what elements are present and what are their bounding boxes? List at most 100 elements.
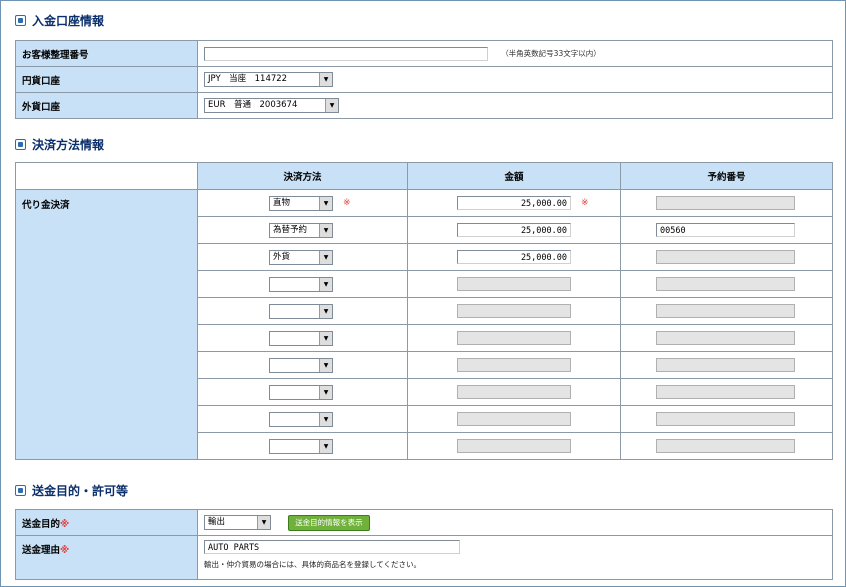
reserve-no-input[interactable] [656, 358, 795, 372]
reserve-no-cell [620, 243, 833, 271]
method-select[interactable]: ▼ [269, 276, 333, 292]
reserve-no-cell [620, 189, 833, 217]
select-value: 為替予約 [273, 224, 308, 235]
payment-table: 決済方法 金額 予約番号 代り金決済 直物 ▼ ※ 25,000.00 ※ 為替予約 ▼ 25,… [15, 162, 833, 460]
amount-input[interactable] [457, 304, 571, 318]
section-bullet-icon [15, 14, 26, 26]
chevron-down-icon: ▼ [319, 439, 332, 453]
required-mark: ※ [581, 198, 589, 208]
amount-cell [407, 297, 621, 325]
select-value [270, 413, 319, 426]
amount-input[interactable] [457, 439, 571, 453]
amount-input[interactable] [457, 331, 571, 345]
method-select[interactable]: ▼ [269, 330, 333, 346]
reserve-no-input[interactable]: 00560 [656, 223, 795, 237]
amount-input[interactable]: 25,000.00 [457, 250, 571, 264]
purpose-table: 送金目的※ 輸出 ▼ 送金目的情報を表示 送金理由※ AUTO PARTS 輸出… [15, 509, 833, 580]
purpose-select[interactable]: 輸出 ▼ [204, 515, 271, 530]
reserve-no-input[interactable] [656, 412, 795, 426]
amount-cell: 25,000.00 [407, 216, 621, 244]
section-header-purpose: 送金目的・許可等 [15, 481, 128, 499]
section-title: 入金口座情報 [32, 13, 105, 28]
customer-no-label: お客様整理番号 [15, 40, 198, 67]
amount-cell [407, 270, 621, 298]
amount-input[interactable] [457, 277, 571, 291]
amount-cell: 25,000.00 ※ [407, 189, 621, 217]
reserve-no-input[interactable] [656, 250, 795, 264]
chevron-down-icon: ▼ [319, 73, 332, 86]
select-value: 直物 [273, 197, 291, 208]
reserve-no-input[interactable] [656, 277, 795, 291]
yen-account-cell: JPY 当座 114722 ▼ [197, 66, 833, 93]
method-cell: 為替予約 ▼ [197, 216, 408, 244]
amount-input[interactable] [457, 412, 571, 426]
method-cell: ▼ [197, 405, 408, 433]
method-select[interactable]: 直物 ▼ [269, 195, 333, 211]
customer-no-input[interactable] [204, 46, 488, 61]
reserve-no-cell [620, 297, 833, 325]
column-header-method: 決済方法 [197, 162, 408, 190]
required-mark: ※ [343, 198, 351, 208]
reserve-no-input[interactable] [656, 304, 795, 318]
reserve-no-input[interactable] [656, 331, 795, 345]
method-cell: ▼ [197, 324, 408, 352]
amount-input[interactable] [457, 358, 571, 372]
reserve-no-cell [620, 378, 833, 406]
reserve-no-cell [620, 432, 833, 460]
fx-account-label: 外貨口座 [15, 92, 198, 119]
fx-account-cell: EUR 普通 2003674 ▼ [197, 92, 833, 119]
method-select[interactable]: ▼ [269, 357, 333, 373]
chevron-down-icon: ▼ [325, 99, 338, 112]
fx-account-select[interactable]: EUR 普通 2003674 ▼ [204, 98, 339, 113]
table-row: 代り金決済 直物 ▼ ※ 25,000.00 ※ [15, 189, 833, 460]
reason-label: 送金理由 [22, 545, 61, 556]
purpose-cell: 輸出 ▼ 送金目的情報を表示 [197, 509, 833, 536]
reserve-no-cell [620, 405, 833, 433]
method-cell: ▼ [197, 432, 408, 460]
header-blank-cell [15, 162, 198, 190]
amount-cell [407, 351, 621, 379]
show-purpose-info-button[interactable]: 送金目的情報を表示 [288, 514, 370, 531]
required-mark: ※ [60, 545, 70, 556]
required-mark: ※ [60, 518, 70, 530]
yen-account-label: 円貨口座 [15, 66, 198, 93]
method-select[interactable]: ▼ [269, 303, 333, 319]
method-select[interactable]: 為替予約 ▼ [269, 222, 333, 238]
select-value: JPY 当座 114722 [208, 74, 288, 84]
chevron-down-icon: ▼ [319, 385, 332, 399]
settlement-label: 代り金決済 [15, 189, 198, 460]
select-value [270, 359, 319, 372]
reserve-no-input[interactable] [656, 439, 795, 453]
method-cell: ▼ [197, 270, 408, 298]
select-value [270, 278, 319, 291]
chevron-down-icon: ▼ [319, 277, 332, 291]
select-value [270, 440, 319, 453]
reserve-no-cell [620, 270, 833, 298]
purpose-label-cell: 送金目的※ [15, 509, 198, 536]
select-value [270, 386, 319, 399]
reserve-no-input[interactable] [656, 196, 795, 210]
method-cell: ▼ [197, 378, 408, 406]
section-title: 決済方法情報 [32, 137, 105, 152]
method-cell: 外貨 ▼ [197, 243, 408, 271]
method-select[interactable]: 外貨 ▼ [269, 249, 333, 265]
reserve-no-input[interactable] [656, 385, 795, 399]
amount-input[interactable] [457, 385, 571, 399]
customer-no-cell: （半角英数記号33文字以内） [197, 40, 833, 67]
reason-note: 輸出・仲介貿易の場合には、具体的商品名を登録してください。 [204, 560, 422, 569]
method-cell: ▼ [197, 297, 408, 325]
chevron-down-icon: ▼ [319, 358, 332, 372]
method-cell: 直物 ▼ ※ [197, 189, 408, 217]
method-select[interactable]: ▼ [269, 438, 333, 454]
reason-cell: AUTO PARTS 輸出・仲介貿易の場合には、具体的商品名を登録してください。 [197, 535, 833, 580]
method-select[interactable]: ▼ [269, 384, 333, 400]
amount-input[interactable]: 25,000.00 [457, 196, 571, 210]
reason-input[interactable]: AUTO PARTS [204, 540, 460, 554]
purpose-label: 送金目的 [22, 518, 61, 530]
yen-account-select[interactable]: JPY 当座 114722 ▼ [204, 72, 333, 87]
reserve-no-cell [620, 351, 833, 379]
method-select[interactable]: ▼ [269, 411, 333, 427]
amount-input[interactable]: 25,000.00 [457, 223, 571, 237]
select-value: 輸出 [208, 517, 226, 527]
section-title: 送金目的・許可等 [32, 483, 129, 498]
